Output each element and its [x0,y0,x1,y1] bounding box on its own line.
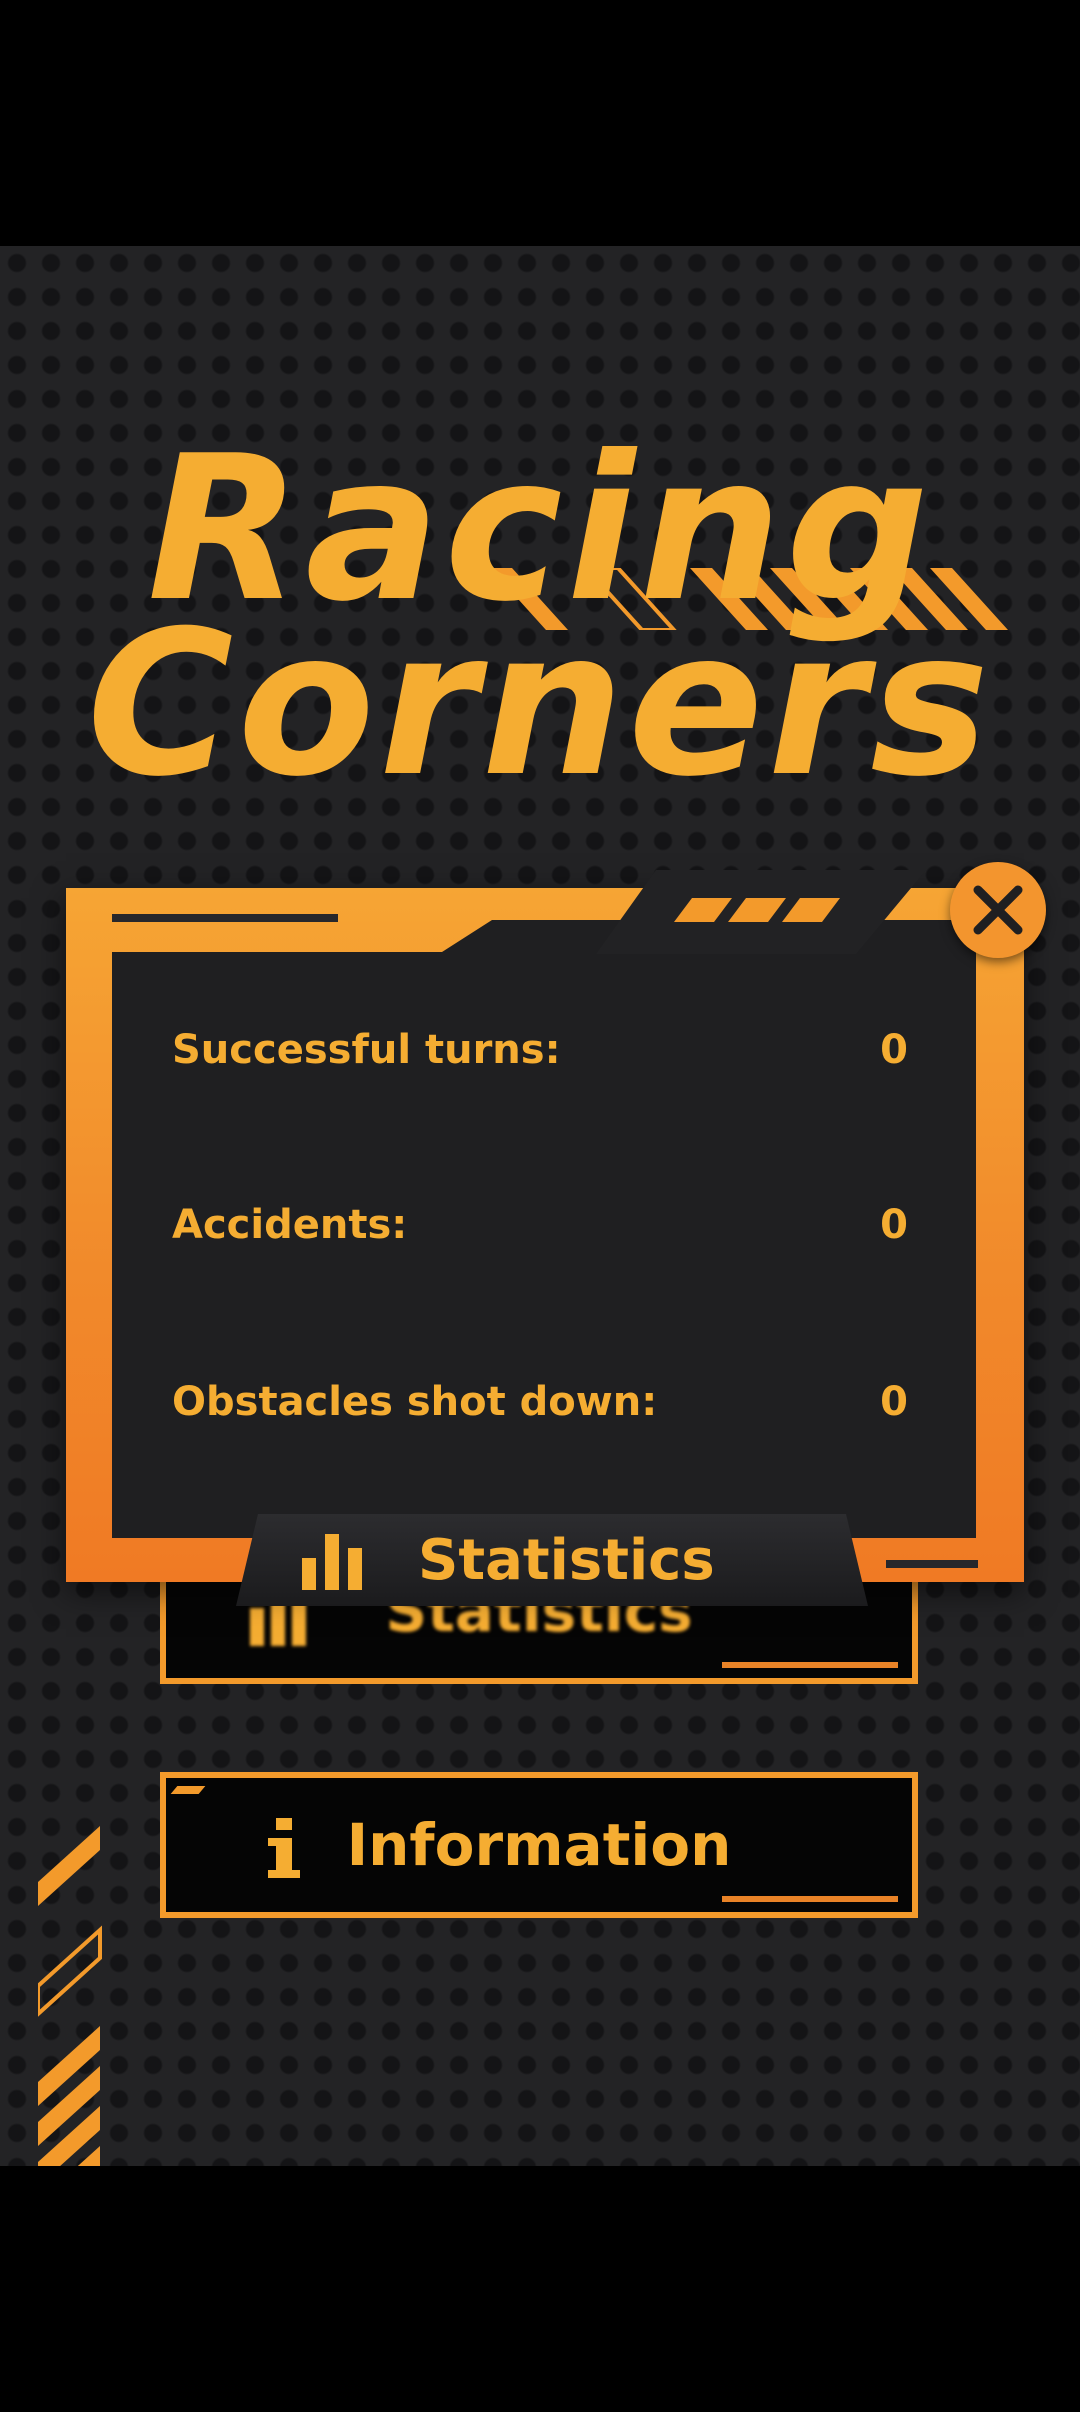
hazard-stripes-left [38,1826,102,2166]
stat-label: Obstacles shot down: [172,1379,658,1425]
stat-row-accidents: Accidents: 0 [172,1195,908,1255]
information-menu-label: Information [346,1811,732,1879]
stat-row-obstacles-shot-down: Obstacles shot down: 0 [172,1372,908,1432]
stat-label: Accidents: [172,1202,408,1248]
dialog-header-tab [596,870,926,954]
button-accent-line [722,1662,898,1668]
dialog-top-accent [112,914,338,922]
close-x-icon [973,885,1023,935]
stat-label: Successful turns: [172,1027,561,1073]
button-accent-line [722,1896,898,1902]
information-menu-button[interactable]: Information [160,1772,918,1918]
stat-row-successful-turns: Successful turns: 0 [172,1020,908,1080]
dialog-bottom-accent [886,1560,978,1568]
close-button[interactable] [950,862,1046,958]
dialog-title-tab: Statistics [236,1514,868,1606]
dialog-title: Statistics [418,1527,715,1593]
stat-value: 0 [880,1027,908,1073]
game-title-line2: Corners [86,588,994,821]
stat-value: 0 [880,1379,908,1425]
bar-chart-icon [302,1534,362,1590]
stat-value: 0 [880,1202,908,1248]
